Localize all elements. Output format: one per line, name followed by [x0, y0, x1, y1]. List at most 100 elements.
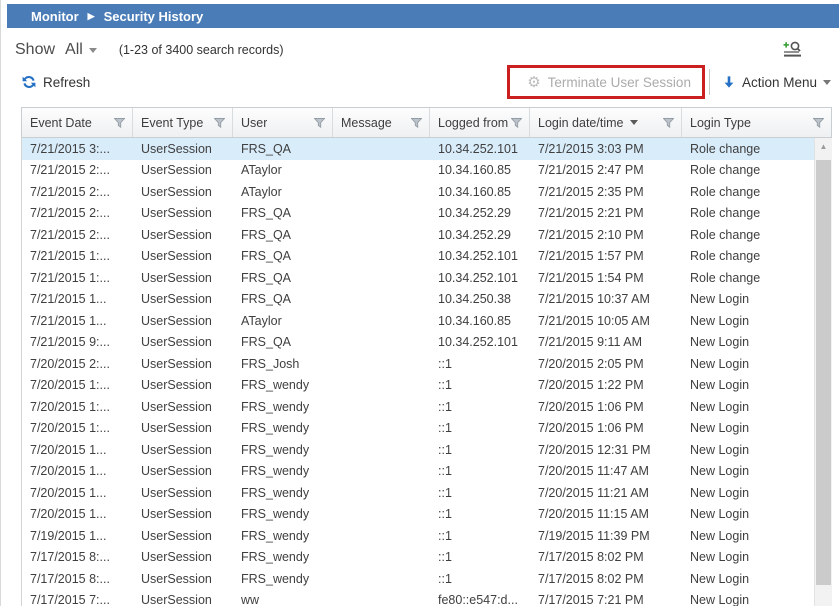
- column-header-message[interactable]: Message: [333, 108, 430, 137]
- chevron-down-icon: [823, 80, 831, 85]
- table-row[interactable]: 7/21/2015 1...UserSessionATaylor10.34.16…: [22, 310, 814, 332]
- cell-logged_from: 10.34.252.29: [430, 228, 530, 242]
- column-header-user[interactable]: User: [233, 108, 333, 137]
- vertical-scrollbar[interactable]: ▲: [814, 138, 832, 606]
- cell-user: ww: [233, 593, 333, 606]
- table-row[interactable]: 7/20/2015 1:...UserSessionFRS_wendy::17/…: [22, 418, 814, 440]
- table-row[interactable]: 7/21/2015 3:...UserSessionFRS_QA10.34.25…: [22, 138, 814, 160]
- cell-login_type: New Login: [682, 572, 814, 586]
- action-menu-button[interactable]: Action Menu: [722, 75, 831, 90]
- cell-user: FRS_QA: [233, 335, 333, 349]
- cell-event_date: 7/20/2015 1:...: [22, 378, 133, 392]
- table-row[interactable]: 7/21/2015 9:...UserSessionFRS_QA10.34.25…: [22, 332, 814, 354]
- cell-logged_from: ::1: [430, 572, 530, 586]
- filter-icon[interactable]: [314, 118, 325, 128]
- cell-event_type: UserSession: [133, 249, 233, 263]
- records-summary: (1-23 of 3400 search records): [119, 43, 284, 57]
- cell-event_date: 7/17/2015 7:...: [22, 593, 133, 606]
- cell-event_type: UserSession: [133, 421, 233, 435]
- cell-event_type: UserSession: [133, 400, 233, 414]
- column-header-login_type[interactable]: Login Type: [682, 108, 831, 137]
- table-row[interactable]: 7/17/2015 8:...UserSessionFRS_wendy::17/…: [22, 547, 814, 569]
- cell-event_type: UserSession: [133, 228, 233, 242]
- cell-login_date_time: 7/20/2015 12:31 PM: [530, 443, 682, 457]
- cell-event_date: 7/21/2015 1:...: [22, 271, 133, 285]
- scrollbar-thumb[interactable]: [816, 160, 831, 585]
- filter-icon[interactable]: [411, 118, 422, 128]
- breadcrumb-arrow-icon: ▶: [88, 11, 95, 22]
- cell-event_type: UserSession: [133, 550, 233, 564]
- cell-event_type: UserSession: [133, 593, 233, 606]
- cell-login_date_time: 7/21/2015 1:54 PM: [530, 271, 682, 285]
- table-row[interactable]: 7/21/2015 2:...UserSessionFRS_QA10.34.25…: [22, 203, 814, 225]
- cell-event_type: UserSession: [133, 507, 233, 521]
- filter-icon[interactable]: [511, 118, 522, 128]
- column-header-label: Logged from: [438, 116, 508, 130]
- show-dropdown-value: All: [65, 41, 83, 59]
- add-search-icon[interactable]: [783, 41, 803, 59]
- cell-event_type: UserSession: [133, 443, 233, 457]
- security-history-table: Event DateEvent TypeUser Message Logged fr…: [21, 107, 832, 606]
- cell-login_type: New Login: [682, 486, 814, 500]
- cell-login_type: New Login: [682, 314, 814, 328]
- filter-icon[interactable]: [114, 118, 125, 128]
- table-row[interactable]: 7/21/2015 2:...UserSessionATaylor10.34.1…: [22, 160, 814, 182]
- cell-user: FRS_wendy: [233, 443, 333, 457]
- column-header-event_date[interactable]: Event Date: [22, 108, 133, 137]
- show-dropdown[interactable]: All: [65, 41, 97, 59]
- table-row[interactable]: 7/19/2015 1...UserSessionFRS_wendy::17/1…: [22, 525, 814, 547]
- cell-logged_from: 10.34.252.29: [430, 206, 530, 220]
- terminate-user-session-button[interactable]: ⚙ Terminate User Session: [523, 73, 695, 91]
- filter-bar: Show All (1-23 of 3400 search records): [7, 36, 839, 64]
- table-row[interactable]: 7/20/2015 1:...UserSessionFRS_wendy::17/…: [22, 375, 814, 397]
- column-header-event_type[interactable]: Event Type: [133, 108, 233, 137]
- table-row[interactable]: 7/20/2015 2:...UserSessionFRS_Josh::17/2…: [22, 353, 814, 375]
- cell-logged_from: 10.34.252.101: [430, 249, 530, 263]
- column-header-label: Message: [341, 116, 392, 130]
- table-row[interactable]: 7/17/2015 7:...UserSessionwwfe80::e547:d…: [22, 590, 814, 606]
- filter-icon[interactable]: [663, 118, 674, 128]
- table-row[interactable]: 7/21/2015 1...UserSessionFRS_QA10.34.250…: [22, 289, 814, 311]
- column-header-login_date_time[interactable]: Login date/time: [530, 108, 682, 137]
- cell-event_date: 7/19/2015 1...: [22, 529, 133, 543]
- cell-user: FRS_wendy: [233, 400, 333, 414]
- table-row[interactable]: 7/20/2015 1...UserSessionFRS_wendy::17/2…: [22, 439, 814, 461]
- cell-event_date: 7/21/2015 1:...: [22, 249, 133, 263]
- table-row[interactable]: 7/20/2015 1...UserSessionFRS_wendy::17/2…: [22, 461, 814, 483]
- cell-event_type: UserSession: [133, 292, 233, 306]
- cell-login_date_time: 7/19/2015 11:39 PM: [530, 529, 682, 543]
- cell-login_type: New Login: [682, 507, 814, 521]
- cell-event_date: 7/20/2015 1...: [22, 464, 133, 478]
- filter-icon[interactable]: [214, 118, 225, 128]
- table-row[interactable]: 7/20/2015 1...UserSessionFRS_wendy::17/2…: [22, 482, 814, 504]
- table-row[interactable]: 7/20/2015 1:...UserSessionFRS_wendy::17/…: [22, 396, 814, 418]
- table-row[interactable]: 7/21/2015 1:...UserSessionFRS_QA10.34.25…: [22, 267, 814, 289]
- cell-logged_from: 10.34.252.101: [430, 271, 530, 285]
- cell-user: FRS_wendy: [233, 378, 333, 392]
- column-header-label: Login date/time: [538, 116, 623, 130]
- column-header-logged_from[interactable]: Logged from: [430, 108, 530, 137]
- table-row[interactable]: 7/21/2015 2:...UserSessionFRS_QA10.34.25…: [22, 224, 814, 246]
- cell-login_type: Role change: [682, 142, 814, 156]
- cell-login_date_time: 7/21/2015 10:05 AM: [530, 314, 682, 328]
- cell-user: FRS_wendy: [233, 529, 333, 543]
- cell-event_date: 7/21/2015 1...: [22, 314, 133, 328]
- scroll-up-button[interactable]: ▲: [815, 138, 832, 155]
- cell-event_type: UserSession: [133, 486, 233, 500]
- refresh-button[interactable]: Refresh: [21, 74, 90, 90]
- cell-user: FRS_wendy: [233, 486, 333, 500]
- page-title: Security History: [104, 9, 204, 24]
- breadcrumb-section[interactable]: Monitor: [31, 9, 79, 24]
- cell-user: FRS_QA: [233, 292, 333, 306]
- table-row[interactable]: 7/21/2015 2:...UserSessionATaylor10.34.1…: [22, 181, 814, 203]
- cell-user: FRS_QA: [233, 206, 333, 220]
- table-row[interactable]: 7/17/2015 8:...UserSessionFRS_wendy::17/…: [22, 568, 814, 590]
- cell-login_date_time: 7/21/2015 2:21 PM: [530, 206, 682, 220]
- filter-icon[interactable]: [813, 118, 824, 128]
- table-row[interactable]: 7/20/2015 1...UserSessionFRS_wendy::17/2…: [22, 504, 814, 526]
- gear-icon: ⚙: [527, 73, 540, 91]
- cell-event_date: 7/21/2015 9:...: [22, 335, 133, 349]
- cell-event_date: 7/17/2015 8:...: [22, 572, 133, 586]
- cell-event_type: UserSession: [133, 206, 233, 220]
- table-row[interactable]: 7/21/2015 1:...UserSessionFRS_QA10.34.25…: [22, 246, 814, 268]
